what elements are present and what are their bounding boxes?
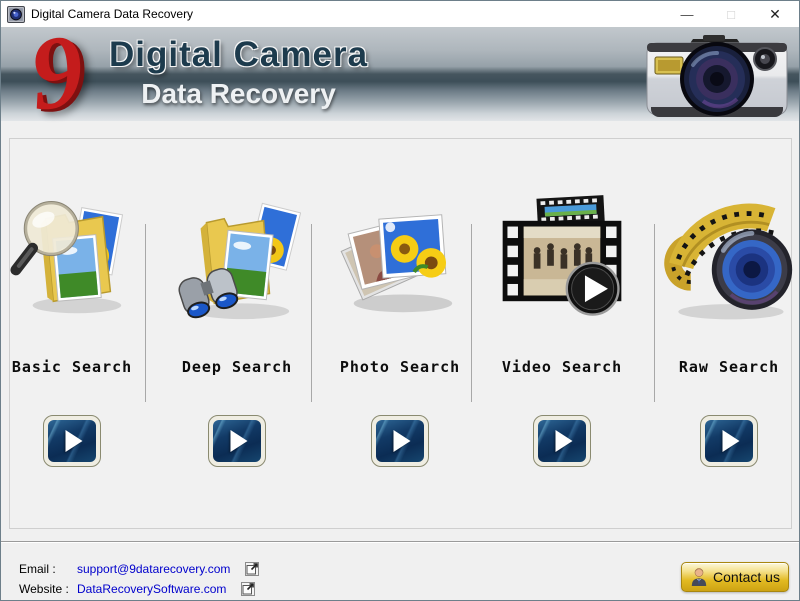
basic-search-icon bbox=[8, 189, 136, 354]
open-website-external-link-icon[interactable] bbox=[240, 581, 256, 597]
window-controls: — □ ✕ bbox=[665, 1, 797, 27]
raw-search-icon bbox=[662, 189, 796, 354]
deep-search-icon bbox=[173, 189, 301, 354]
raw-search-label: Raw Search bbox=[679, 358, 779, 378]
email-label: Email : bbox=[19, 562, 77, 576]
app-window: Digital Camera Data Recovery — □ ✕ 9 Dig… bbox=[0, 0, 800, 601]
banner-title-line2: Data Recovery bbox=[101, 78, 376, 110]
footer-divider bbox=[1, 541, 800, 543]
video-search-play-button[interactable] bbox=[533, 415, 591, 467]
basic-search-column: Basic Search bbox=[0, 189, 152, 467]
photo-search-column: Photo Search bbox=[320, 189, 480, 467]
open-email-external-link-icon[interactable] bbox=[244, 561, 260, 577]
photo-search-play-button[interactable] bbox=[371, 415, 429, 467]
website-link[interactable]: DataRecoverySoftware.com bbox=[77, 582, 226, 596]
close-button[interactable]: ✕ bbox=[753, 1, 797, 27]
video-search-icon bbox=[495, 189, 629, 354]
play-icon bbox=[705, 420, 753, 462]
header-banner: 9 Digital Camera Data Recovery bbox=[1, 27, 800, 121]
website-label: Website : bbox=[19, 582, 77, 596]
person-icon bbox=[690, 567, 708, 587]
email-row: Email : support@9datarecovery.com bbox=[19, 561, 260, 577]
basic-search-label: Basic Search bbox=[12, 358, 132, 378]
deep-search-label: Deep Search bbox=[182, 358, 292, 378]
minimize-button[interactable]: — bbox=[665, 1, 709, 27]
website-row: Website : DataRecoverySoftware.com bbox=[19, 581, 256, 597]
email-link[interactable]: support@9datarecovery.com bbox=[77, 562, 230, 576]
play-icon bbox=[376, 420, 424, 462]
contact-us-button[interactable]: Contact us bbox=[681, 562, 789, 592]
contact-us-label: Contact us bbox=[713, 569, 780, 585]
play-icon bbox=[538, 420, 586, 462]
banner-titles: Digital Camera Data Recovery bbox=[101, 35, 376, 110]
camera-illustration-icon bbox=[641, 29, 793, 119]
play-icon bbox=[213, 420, 261, 462]
maximize-button: □ bbox=[709, 1, 753, 27]
deep-search-play-button[interactable] bbox=[208, 415, 266, 467]
main-panel: Basic Search bbox=[9, 138, 792, 529]
deep-search-column: Deep Search bbox=[157, 189, 317, 467]
video-search-column: Video Search bbox=[482, 189, 642, 467]
title-bar: Digital Camera Data Recovery — □ ✕ bbox=[1, 1, 799, 27]
basic-search-play-button[interactable] bbox=[43, 415, 101, 467]
raw-search-play-button[interactable] bbox=[700, 415, 758, 467]
photo-search-icon bbox=[336, 189, 464, 354]
brand-9-logo: 9 bbox=[25, 18, 89, 128]
video-search-label: Video Search bbox=[502, 358, 622, 378]
play-icon bbox=[48, 420, 96, 462]
app-camera-icon bbox=[7, 6, 25, 23]
raw-search-column: Raw Search bbox=[649, 189, 800, 467]
banner-title-line1: Digital Camera bbox=[101, 35, 376, 75]
photo-search-label: Photo Search bbox=[340, 358, 460, 378]
